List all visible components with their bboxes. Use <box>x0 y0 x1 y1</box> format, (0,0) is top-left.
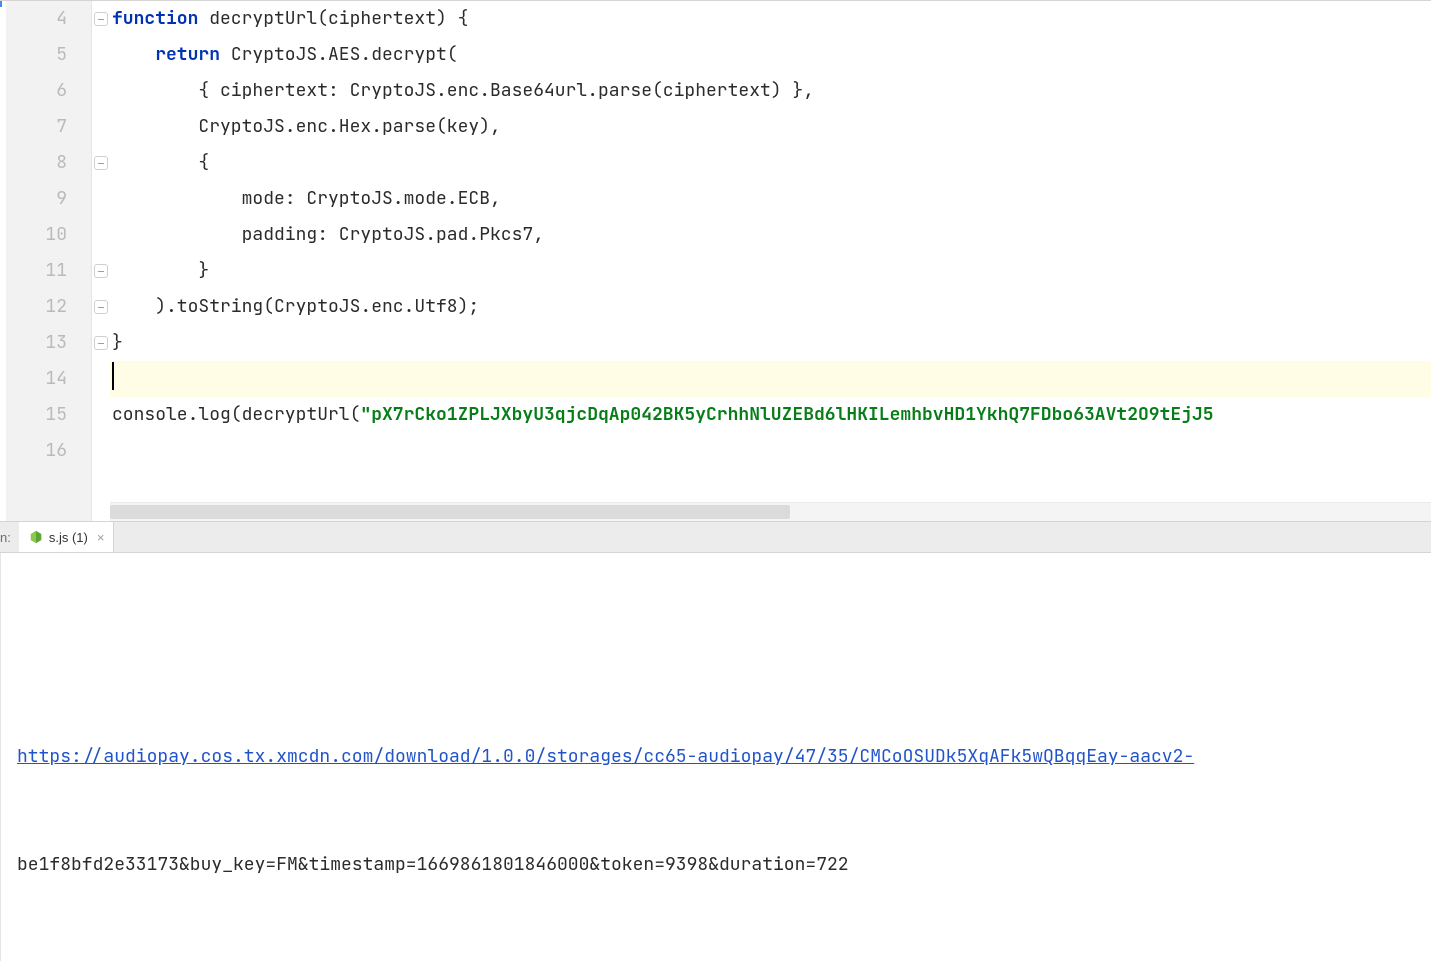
run-tab-title: s.js (1) <box>49 530 88 545</box>
line-number[interactable]: 13 <box>6 325 91 361</box>
fold-column[interactable] <box>92 1 110 521</box>
line-number[interactable]: 10 <box>6 217 91 253</box>
console-line: https://audiopay.cos.tx.xmcdn.com/downlo… <box>17 739 1431 775</box>
run-tab[interactable]: s.js (1) × <box>19 522 115 552</box>
console-text: be1f8bfd2e33173&buy_key=FM&timestamp=166… <box>17 853 849 876</box>
nodejs-icon <box>29 530 43 544</box>
console-url-link[interactable]: https://audiopay.cos.tx.xmcdn.com/downlo… <box>17 745 1194 768</box>
code-line[interactable] <box>110 361 1431 397</box>
close-icon[interactable]: × <box>94 530 108 545</box>
code-line[interactable] <box>110 433 1431 469</box>
code-line[interactable]: console.log(decryptUrl("pX7rCko1ZPLJXbyU… <box>110 397 1431 433</box>
run-label: n: <box>0 530 19 545</box>
line-number[interactable]: 4 <box>6 1 91 37</box>
code-line[interactable]: function decryptUrl(ciphertext) { <box>110 1 1431 37</box>
scrollbar-thumb[interactable] <box>110 505 790 519</box>
code-line[interactable]: return CryptoJS.AES.decrypt( <box>110 37 1431 73</box>
editor-horizontal-scrollbar[interactable] <box>110 502 1431 521</box>
fold-open-icon[interactable] <box>94 156 108 170</box>
run-tabbar: n: s.js (1) × <box>0 522 1431 553</box>
line-number[interactable]: 15 <box>6 397 91 433</box>
line-number-gutter[interactable]: 45678910111213141516 <box>6 1 92 521</box>
code-line[interactable]: CryptoJS.enc.Hex.parse(key), <box>110 109 1431 145</box>
code-line[interactable]: mode: CryptoJS.mode.ECB, <box>110 181 1431 217</box>
code-line[interactable]: { <box>110 145 1431 181</box>
code-line[interactable]: ).toString(CryptoJS.enc.Utf8); <box>110 289 1431 325</box>
code-line[interactable]: } <box>110 325 1431 361</box>
fold-open-icon[interactable] <box>94 12 108 26</box>
run-tool-window: n: s.js (1) × https://audiopay.cos.tx.xm… <box>0 521 1431 961</box>
code-editor[interactable]: 45678910111213141516 function decryptUrl… <box>0 0 1431 521</box>
text-caret <box>112 362 114 390</box>
code-line[interactable]: { ciphertext: CryptoJS.enc.Base64url.par… <box>110 73 1431 109</box>
line-number[interactable]: 16 <box>6 433 91 469</box>
code-line[interactable]: padding: CryptoJS.pad.Pkcs7, <box>110 217 1431 253</box>
line-number[interactable]: 5 <box>6 37 91 73</box>
console-output[interactable]: https://audiopay.cos.tx.xmcdn.com/downlo… <box>0 553 1431 961</box>
code-content[interactable]: function decryptUrl(ciphertext) { return… <box>110 1 1431 521</box>
line-number[interactable]: 11 <box>6 253 91 289</box>
code-line[interactable]: } <box>110 253 1431 289</box>
line-number[interactable]: 14 <box>6 361 91 397</box>
fold-close-icon[interactable] <box>94 300 108 314</box>
line-number[interactable]: 7 <box>6 109 91 145</box>
fold-close-icon[interactable] <box>94 264 108 278</box>
line-number[interactable]: 9 <box>6 181 91 217</box>
fold-close-icon[interactable] <box>94 336 108 350</box>
line-number[interactable]: 8 <box>6 145 91 181</box>
line-number[interactable]: 12 <box>6 289 91 325</box>
console-line: be1f8bfd2e33173&buy_key=FM&timestamp=166… <box>17 847 1431 883</box>
line-number[interactable]: 6 <box>6 73 91 109</box>
